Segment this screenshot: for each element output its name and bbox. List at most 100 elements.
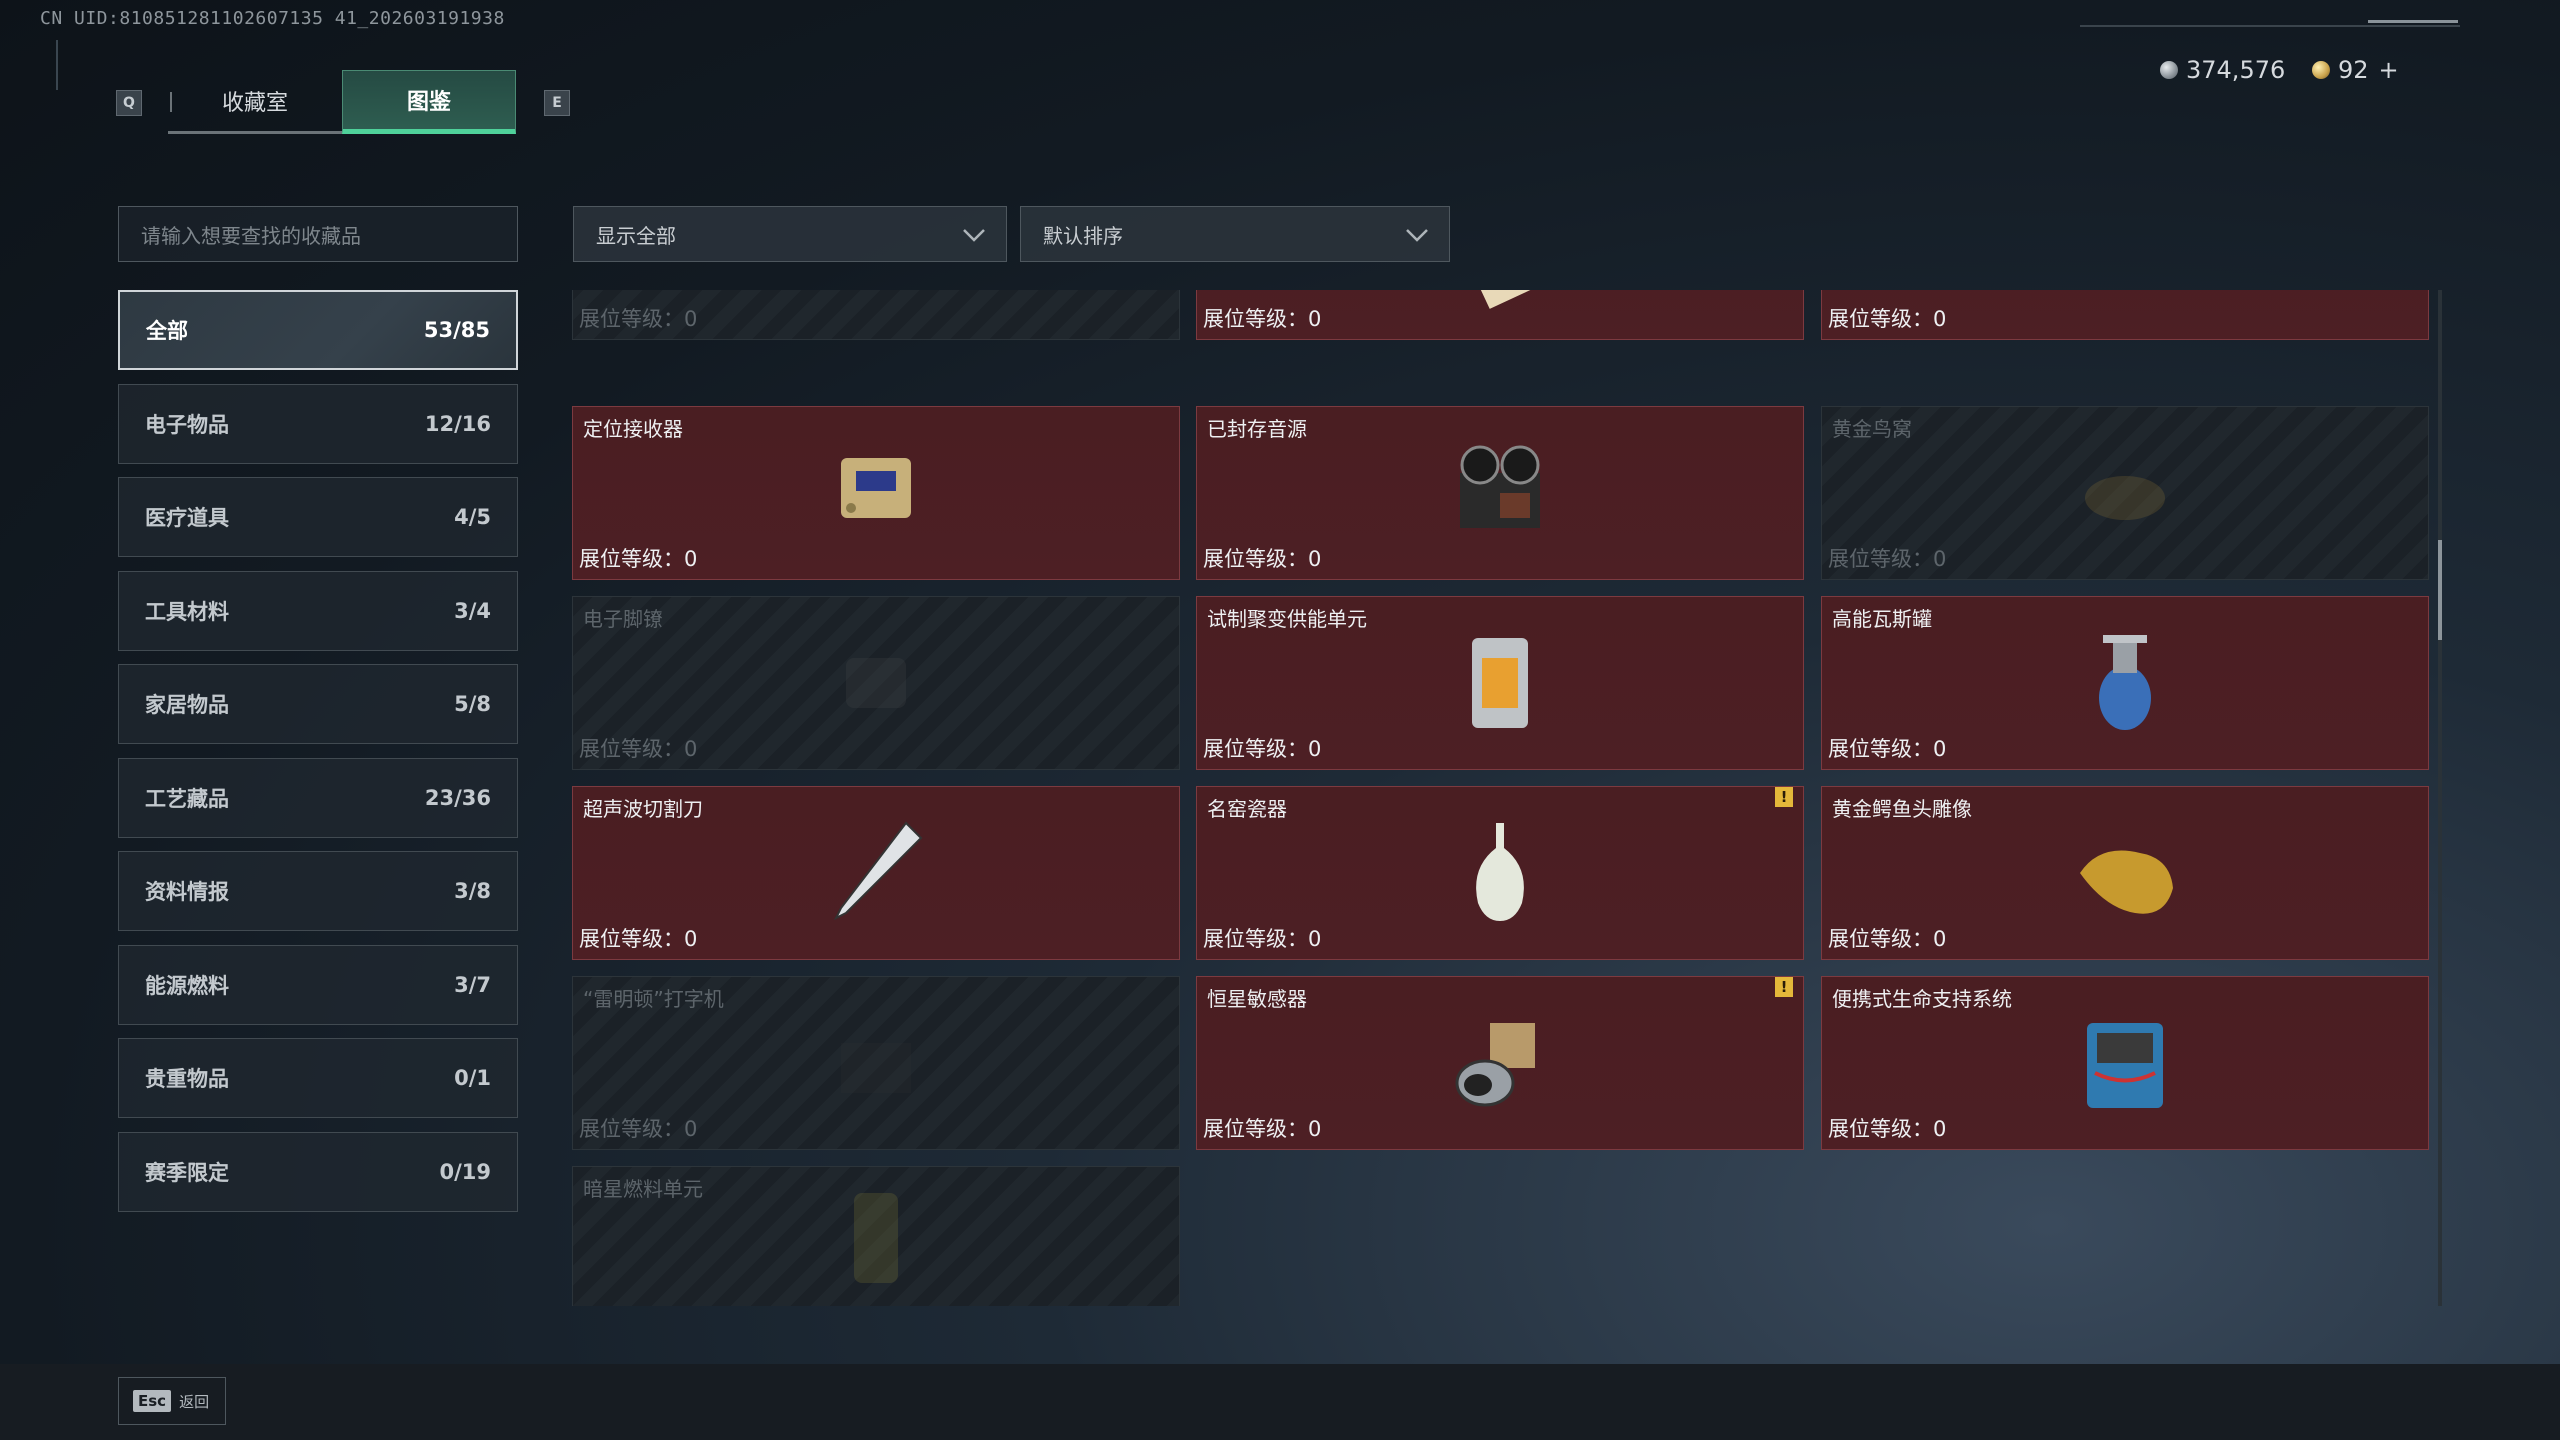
collection-card[interactable]: 已封存音源展位等级：0 [1196,406,1804,580]
chevron-down-icon [1406,229,1428,242]
category-count: 5/8 [454,692,491,716]
card-level: 展位等级：0 [1828,303,1946,333]
card-level: 展位等级：0 [1203,733,1321,763]
collection-card[interactable]: 黄金鸟窝展位等级：0 [1821,406,2429,580]
card-level: 展位等级：0 [1203,1113,1321,1143]
category-count: 12/16 [424,411,491,436]
chevron-down-icon [963,229,985,242]
painting-icon [1455,290,1545,310]
category-item[interactable]: 贵重物品 0/1 [118,1038,518,1118]
add-currency-button[interactable]: + [2379,56,2399,84]
card-level: 展位等级：0 [1203,543,1321,573]
alert-badge: ! [1775,977,1793,997]
collection-card[interactable]: 暗星燃料单元 [572,1166,1180,1306]
card-name: 电子脚镣 [583,607,663,631]
level-label: 展位等级： [1828,927,1933,951]
collection-card[interactable]: 便携式生命支持系统展位等级：0 [1821,976,2429,1150]
category-count: 4/5 [454,505,491,529]
level-label: 展位等级： [579,927,684,951]
level-label: 展位等级： [1828,1117,1933,1141]
scrollbar-thumb[interactable] [2438,540,2442,640]
category-item[interactable]: 资料情报 3/8 [118,851,518,931]
category-item[interactable]: 家居物品 5/8 [118,664,518,744]
card-level: 展位等级：0 [1203,923,1321,953]
card-name: 已封存音源 [1207,417,1307,441]
category-item[interactable]: 赛季限定 0/19 [118,1131,518,1212]
key-hint-left: Q [116,90,142,116]
category-item[interactable]: 全部 53/85 [118,290,518,370]
level-value: 0 [684,307,698,331]
collection-card[interactable]: 电子脚镣展位等级：0 [572,596,1180,770]
level-value: 0 [684,547,698,571]
bird-nest-icon [2085,476,2165,520]
level-label: 展位等级： [1828,547,1933,571]
ankle-monitor-icon [846,658,906,708]
card-level: 展位等级：0 [1828,733,1946,763]
collection-grid: 展位等级：0 展位等级：0 展位等级：0 定位接收器 展位等级：0 已封存音源 展位等级：0… [572,290,2438,1306]
collection-card[interactable]: 展位等级：0 [572,290,1180,340]
level-value: 0 [1933,547,1947,571]
collection-card[interactable]: 高能瓦斯罐 展位等级：0 [1821,596,2429,770]
footer-bar [0,1364,2560,1440]
level-label: 展位等级： [1203,307,1308,331]
key-hint-right: E [544,90,570,116]
category-count: 53/85 [423,318,490,342]
corner-decoration [56,40,68,90]
card-level: 展位等级：0 [1828,923,1946,953]
category-item[interactable]: 医疗道具 4/5 [118,477,518,557]
silver-currency: 374,576 [2160,52,2285,88]
collection-card[interactable]: 恒星敏感器 展位等级：0! [1196,976,1804,1150]
life-support-icon [2087,1023,2163,1108]
collection-card[interactable]: 展位等级：0 [1821,290,2429,340]
level-label: 展位等级： [1203,547,1308,571]
gas-canister-icon [2099,635,2151,730]
collection-card[interactable]: 试制聚变供能单元 展位等级：0 [1196,596,1804,770]
uid-text: CN UID:810851281102607135 41_20260319193… [40,8,505,29]
search-input[interactable]: 请输入想要查找的收藏品 [118,206,518,262]
collection-card[interactable]: “雷明顿”打字机 展位等级：0 [572,976,1180,1150]
locked-item-icon [856,290,896,291]
level-label: 展位等级： [1203,927,1308,951]
filter-dropdown[interactable]: 显示全部 [573,206,1007,262]
sort-dropdown[interactable]: 默认排序 [1020,206,1450,262]
gold-currency: 92 + [2312,52,2399,88]
collection-card[interactable]: 超声波切割刀 展位等级：0 [572,786,1180,960]
level-value: 0 [1308,307,1322,331]
level-value: 0 [684,927,698,951]
level-value: 0 [1933,737,1947,761]
category-count: 3/7 [454,972,491,997]
category-item[interactable]: 工具材料 3/4 [118,570,518,651]
collection-card[interactable]: 黄金鳄鱼头雕像 展位等级：0 [1821,786,2429,960]
fusion-cell-icon [1472,638,1528,728]
card-level: 展位等级：0 [1203,303,1321,333]
category-item[interactable]: 工艺藏品 23/36 [118,757,518,838]
card-level: 展位等级：0 [579,733,697,763]
silver-amount: 374,576 [2186,56,2286,84]
scrollbar-track[interactable] [2438,290,2442,1306]
category-label: 电子物品 [145,412,229,437]
gold-crocodile-icon [2080,850,2173,914]
category-label: 医疗道具 [145,506,229,530]
card-level: 展位等级：0 [1828,543,1946,573]
category-label: 资料情报 [145,880,229,904]
level-label: 展位等级： [1828,307,1933,331]
category-count: 3/8 [454,879,491,903]
collection-card[interactable]: 展位等级：0 [1196,290,1804,340]
collection-card[interactable]: 定位接收器 展位等级：0 [572,406,1180,580]
fuel-cell-icon [854,1193,898,1283]
tab-collection-room[interactable]: 收藏室 [168,70,342,134]
silver-coin-icon [2160,61,2178,79]
category-item[interactable]: 电子物品 12/16 [118,383,518,464]
collection-card[interactable]: 名窑瓷器 展位等级：0! [1196,786,1804,960]
category-label: 赛季限定 [145,1160,229,1185]
category-item[interactable]: 能源燃料 3/7 [118,944,518,1025]
tab-codex[interactable]: 图鉴 [342,70,516,134]
gold-amount: 92 [2338,56,2369,84]
level-value: 0 [1308,547,1322,571]
back-button[interactable]: Esc 返回 [118,1377,226,1425]
ultrasonic-cutter-icon [833,821,923,921]
card-name: 黄金鸟窝 [1832,417,1912,441]
card-name: 便携式生命支持系统 [1832,987,2012,1011]
level-value: 0 [1308,927,1322,951]
card-level: 展位等级：0 [1828,1113,1946,1143]
